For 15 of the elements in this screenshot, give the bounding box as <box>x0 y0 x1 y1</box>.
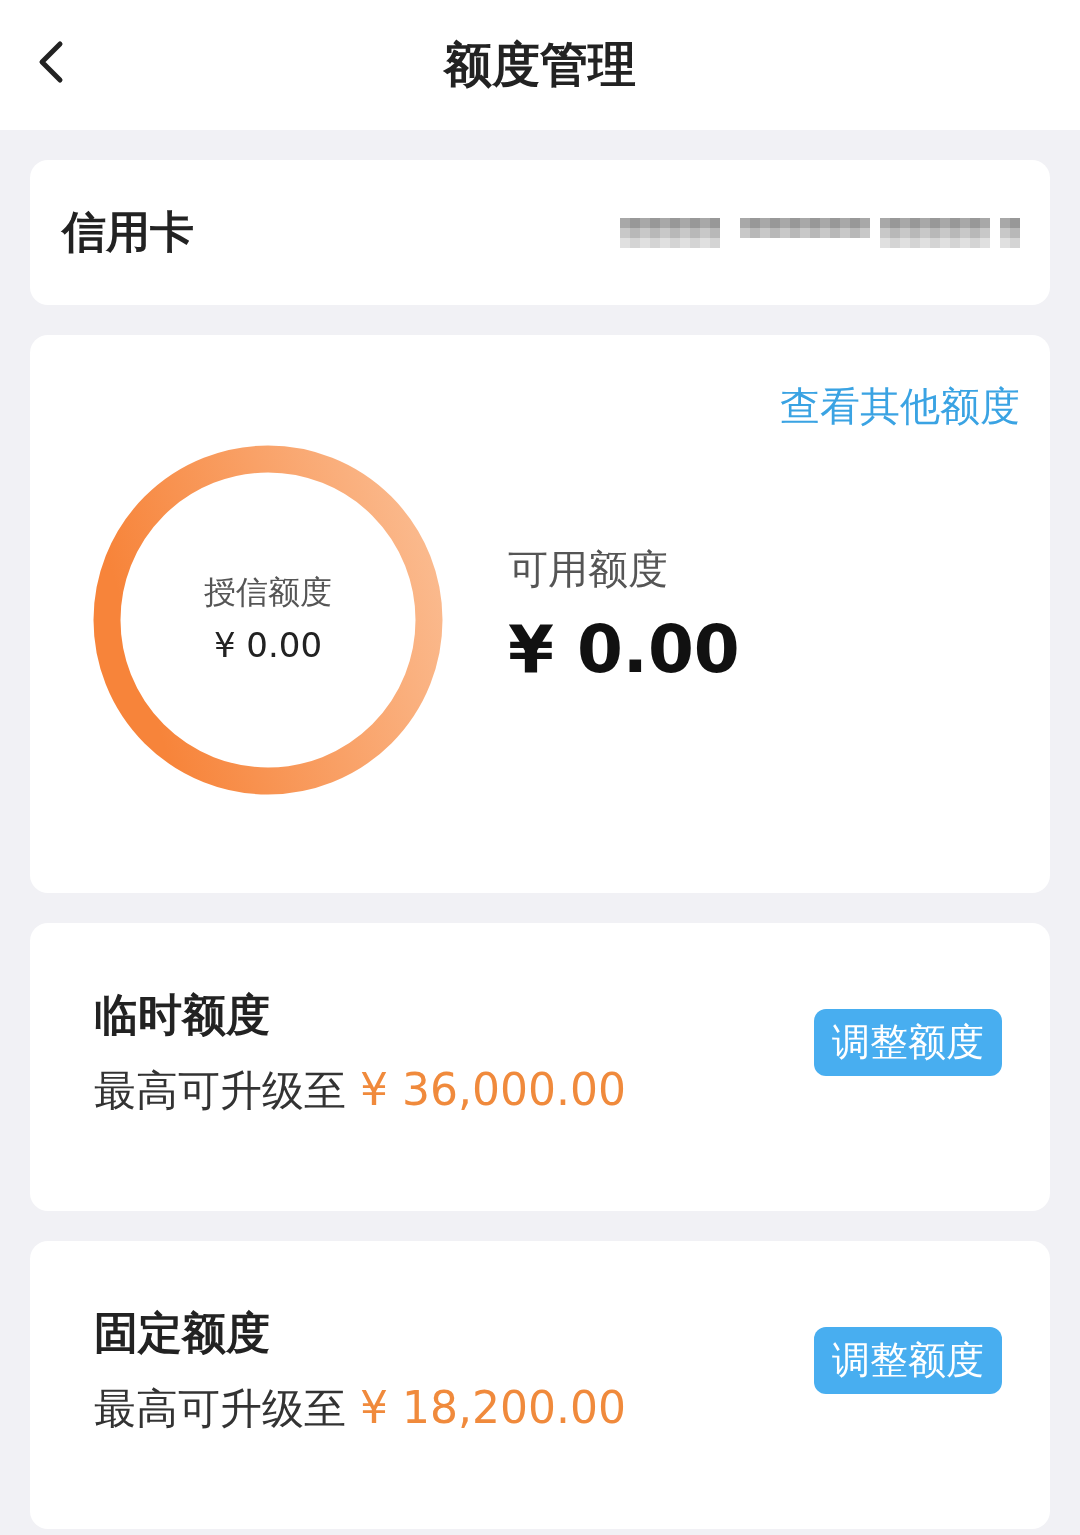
available-limit-amount: ¥ 0.00 <box>508 611 740 688</box>
card-type-label: 信用卡 <box>62 205 194 259</box>
other-limits-link[interactable]: 查看其他额度 <box>780 379 1020 434</box>
limit-title: 临时额度 <box>94 987 271 1042</box>
limit-amount: ¥ 18,200.00 <box>360 1381 626 1433</box>
adjust-limit-button[interactable]: 调整额度 <box>814 1326 1002 1394</box>
limit-description: 最高可升级至 <box>94 1064 346 1117</box>
adjust-limit-button[interactable]: 调整额度 <box>814 1008 1002 1076</box>
credit-limit-amount: ¥ 0.00 <box>213 624 323 665</box>
available-limit-label: 可用额度 <box>508 545 669 594</box>
limit-description: 最高可升级至 <box>94 1382 346 1435</box>
credit-limit-label: 授信额度 <box>204 571 332 613</box>
page-title: 额度管理 <box>444 35 636 94</box>
limit-title: 固定额度 <box>94 1305 271 1360</box>
limit-amount: ¥ 36,000.00 <box>360 1063 626 1115</box>
